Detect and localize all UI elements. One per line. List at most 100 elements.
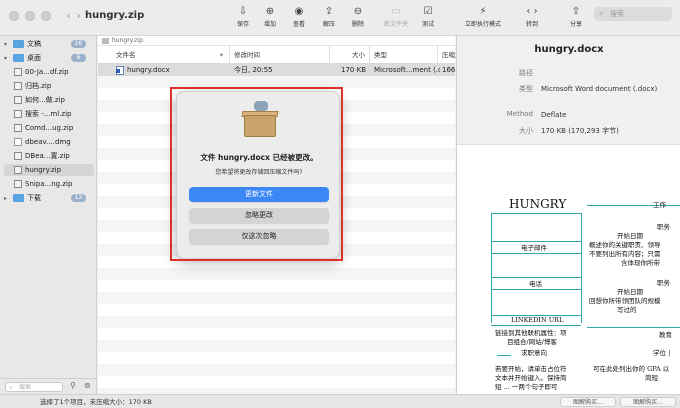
- sidebar-item-file[interactable]: 如何...做.zip: [4, 94, 94, 106]
- column-header: 文件名 ▾ 修改时间 大小 类型 压缩大: [98, 46, 462, 64]
- extract-button[interactable]: ⇪ 解压: [315, 5, 343, 28]
- minimize-window-button[interactable]: [25, 11, 35, 21]
- zip-file-icon: [14, 180, 22, 188]
- doc-label-phone: 电话: [529, 280, 542, 288]
- sidebar-item-file[interactable]: dbeav....dmg: [4, 136, 94, 148]
- chevron-right-icon[interactable]: ▸: [4, 193, 13, 205]
- sidebar-item-downloads[interactable]: ▸ 下载 12: [4, 192, 94, 204]
- doc-text: 教育: [659, 331, 672, 339]
- test-icon: ☑: [423, 6, 433, 17]
- app-window: ‹ › hungry.zip ⇩ 保存 ⊕ 增加 ◉ 查看 ⇪ 解压 ⊖ 删除 ▭ 新文件夹…: [0, 0, 680, 408]
- add-button[interactable]: ⊕ 增加: [256, 5, 284, 28]
- window-controls: [9, 11, 51, 21]
- sidebar-footer: ⌕ 搜索 ⚲ ⊚: [0, 378, 97, 394]
- doc-heading: HUNGRY: [509, 197, 567, 211]
- share-button[interactable]: ⇧ 分享: [562, 5, 590, 28]
- doc-rule: [491, 253, 581, 254]
- doc-label-linkedin: LINKEDIN URL: [511, 316, 564, 324]
- empty-row: [98, 340, 455, 352]
- zip-file-icon: [14, 152, 22, 160]
- search-input[interactable]: ⌕ 搜索: [594, 7, 672, 21]
- preview-title: hungry.docx: [534, 44, 604, 55]
- document-preview[interactable]: HUNGRY 电子邮件 电话 LINKEDIN URL 链接到其他联机属性：项 …: [457, 144, 680, 394]
- new-folder-icon: ▭: [391, 6, 401, 17]
- zip-file-icon: [14, 82, 22, 90]
- file-compressed-cell: 166: [442, 66, 455, 74]
- sidebar-item-file[interactable]: Snipa...ng.zip: [4, 178, 94, 190]
- delete-button[interactable]: ⊖ 删除: [344, 5, 372, 28]
- zip-file-icon: [102, 38, 109, 44]
- sort-arrow-icon: ▾: [219, 51, 223, 59]
- path-bar: hungry.zip: [98, 36, 455, 46]
- sidebar-item-file[interactable]: 搜索 -...ml.zip: [4, 108, 94, 120]
- file-name-cell: hungry.docx: [116, 64, 228, 76]
- close-window-button[interactable]: [9, 11, 19, 21]
- file-modified-cell: 今日, 20:55: [234, 66, 273, 74]
- zip-file-icon: [14, 166, 22, 174]
- save-button[interactable]: ⇩ 保存: [229, 5, 257, 28]
- sidebar-item-hungry-zip[interactable]: hungry.zip: [4, 164, 94, 176]
- sidebar-item-documents[interactable]: ▾ 文稿 26: [4, 38, 94, 50]
- status-bar: 选择了1个项目，未压缩大小：170 KB 图解购买... 图解购买...: [0, 394, 680, 408]
- doc-rule: [587, 205, 680, 206]
- sidebar: ▾ 文稿 26 ▾ 桌面 6 00-Ja...df.zip 归档.zip 如何...做.…: [0, 36, 97, 394]
- zip-file-icon: [14, 124, 22, 132]
- sidebar-item-file[interactable]: 00-Ja...df.zip: [4, 66, 94, 78]
- window-title: hungry.zip: [85, 10, 145, 21]
- column-type[interactable]: 类型: [370, 46, 438, 64]
- count-badge: 6: [71, 54, 86, 62]
- instant-mode-button[interactable]: ⚡ 立即执行模式: [460, 5, 506, 28]
- zip-file-icon: [14, 68, 22, 76]
- forward-icon[interactable]: ›: [72, 9, 85, 23]
- view-button[interactable]: ◉ 查看: [285, 5, 313, 28]
- chevron-down-icon[interactable]: ▾: [4, 39, 13, 51]
- count-badge: 26: [71, 40, 86, 48]
- search-icon: ⌕: [9, 384, 13, 391]
- empty-row: [98, 364, 455, 376]
- new-folder-button[interactable]: ▭ 新文件夹: [380, 5, 412, 28]
- word-document-icon: [116, 65, 124, 75]
- doc-text: 职务: [657, 279, 670, 287]
- zip-file-icon: [14, 110, 22, 118]
- doc-text: 含体现你所带: [621, 259, 660, 267]
- doc-rule: [491, 213, 581, 214]
- column-name[interactable]: 文件名 ▾: [112, 46, 230, 64]
- doc-rule: [497, 355, 511, 356]
- chevron-down-icon[interactable]: ▾: [4, 53, 13, 65]
- sidebar-search-input[interactable]: ⌕ 搜索: [5, 382, 63, 392]
- highlight-frame: [170, 87, 343, 261]
- search-icon: ⌕: [599, 9, 604, 18]
- goto-button[interactable]: ‹ › 转到: [518, 5, 546, 28]
- folder-icon: [13, 40, 24, 48]
- empty-row: [98, 292, 455, 304]
- column-size[interactable]: 大小: [330, 46, 370, 64]
- goto-icon: ‹ ›: [526, 6, 538, 17]
- filter-icon[interactable]: ⚲: [70, 381, 76, 390]
- status-button[interactable]: 图解购买...: [620, 397, 676, 407]
- count-badge: 12: [71, 194, 86, 202]
- delete-icon: ⊖: [353, 6, 363, 17]
- folder-icon: [13, 194, 24, 202]
- status-button[interactable]: 图解购买...: [560, 397, 616, 407]
- file-type-cell: Microsoft...ment (.docx): [374, 66, 440, 74]
- test-button[interactable]: ☑ 测试: [414, 5, 442, 28]
- doc-rule: [491, 325, 581, 326]
- disk-image-icon: [14, 138, 22, 146]
- sidebar-item-file[interactable]: Comd...ug.zip: [4, 122, 94, 134]
- doc-rule: [491, 213, 492, 323]
- table-row[interactable]: hungry.docx 今日, 20:55 170 KB Microsoft..…: [98, 64, 455, 76]
- doc-text: 工作: [653, 201, 666, 209]
- file-size-cell: 170 KB: [341, 66, 366, 74]
- sidebar-item-file[interactable]: DBea...置.zip: [4, 150, 94, 162]
- sidebar-item-desktop[interactable]: ▾ 桌面 6: [4, 52, 94, 64]
- add-icon: ⊕: [265, 6, 275, 17]
- column-modified[interactable]: 修改时间: [230, 46, 330, 64]
- zoom-window-button[interactable]: [41, 11, 51, 21]
- sidebar-item-file[interactable]: 归档.zip: [4, 80, 94, 92]
- doc-text: 职务: [657, 223, 670, 231]
- doc-text: 求职意向: [521, 349, 547, 357]
- doc-text: 简短: [645, 374, 658, 382]
- settings-icon[interactable]: ⊚: [84, 381, 91, 390]
- empty-row: [98, 268, 455, 280]
- doc-rule: [581, 213, 582, 323]
